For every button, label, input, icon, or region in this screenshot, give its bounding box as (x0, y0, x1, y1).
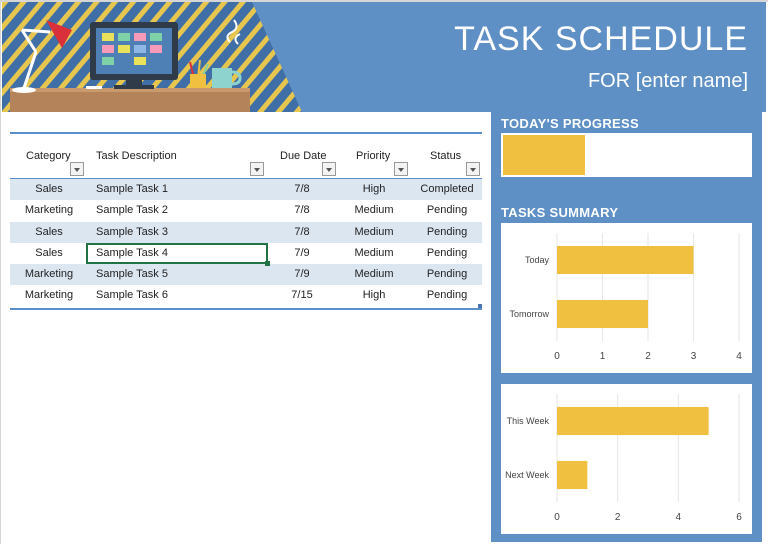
cell-category[interactable]: Marketing (10, 289, 88, 301)
page-subtitle[interactable]: FOR [enter name] (588, 70, 748, 93)
chart-card-weekly: 0 2 4 6 This Week Next Week (501, 384, 752, 534)
progress-card (501, 133, 752, 177)
table-row[interactable]: Marketing Sample Task 6 7/15 High Pendin… (10, 285, 482, 306)
cell-task-description[interactable]: Sample Task 6 (96, 289, 168, 301)
table-row[interactable]: Marketing Sample Task 2 7/8 Medium Pendi… (10, 200, 482, 221)
cell-due-date[interactable]: 7/8 (272, 183, 332, 195)
cell-due-date[interactable]: 7/8 (272, 204, 332, 216)
cell-priority[interactable]: Medium (340, 226, 408, 238)
column-header-status: Status (430, 150, 462, 162)
cell-task-description[interactable]: Sample Task 5 (96, 268, 168, 280)
cell-category[interactable]: Sales (10, 226, 88, 238)
cell-category[interactable]: Marketing (10, 268, 88, 280)
cell-task-description[interactable]: Sample Task 2 (96, 204, 168, 216)
bar (557, 245, 694, 275)
cell-status[interactable]: Pending (412, 289, 482, 301)
cell-priority[interactable]: Medium (340, 204, 408, 216)
column-header-category: Category (26, 150, 71, 162)
page-title: TASK SCHEDULE (454, 20, 748, 58)
cell-category[interactable]: Sales (10, 247, 88, 259)
table-row[interactable]: Sales Sample Task 3 7/8 Medium Pending (10, 221, 482, 243)
x-tick-label: 4 (676, 512, 682, 523)
bar (557, 460, 588, 490)
cell-category[interactable]: Marketing (10, 204, 88, 216)
cell-task-description[interactable]: Sample Task 1 (96, 183, 168, 195)
monitor-icon (86, 22, 178, 89)
category-label: Tomorrow (509, 309, 549, 319)
category-label: Next Week (505, 470, 549, 480)
cell-due-date[interactable]: 7/9 (272, 247, 332, 259)
filter-dropdown-icon[interactable] (250, 162, 264, 176)
x-tick-label: 3 (691, 351, 697, 362)
dashboard-panel: TODAY'S PROGRESS TASKS SUMMARY 0 1 2 3 4 Toda… (491, 112, 762, 542)
x-tick-label: 0 (554, 512, 560, 523)
cell-priority[interactable]: High (340, 289, 408, 301)
desk-illustration (2, 2, 302, 112)
x-tick-label: 2 (615, 512, 621, 523)
cell-status[interactable]: Pending (412, 247, 482, 259)
cell-due-date[interactable]: 7/9 (272, 268, 332, 280)
header-banner: TASK SCHEDULE FOR [enter name] (2, 2, 766, 112)
category-label: This Week (507, 416, 550, 426)
cell-priority[interactable]: Medium (340, 247, 408, 259)
bar (557, 299, 648, 329)
x-tick-label: 4 (736, 351, 742, 362)
column-header-task-description: Task Description (96, 150, 177, 162)
bar (557, 406, 709, 436)
table-row[interactable]: Sales Sample Task 1 7/8 High Completed (10, 179, 482, 201)
filter-dropdown-icon[interactable] (322, 162, 336, 176)
cell-due-date[interactable]: 7/8 (272, 226, 332, 238)
cell-status[interactable]: Completed (412, 183, 482, 195)
table-body: Sales Sample Task 1 7/8 High Completed M… (10, 179, 482, 307)
chart-card-daily: 0 1 2 3 4 Today Tomorrow (501, 223, 752, 373)
x-tick-label: 2 (645, 351, 651, 362)
column-header-due-date: Due Date (280, 150, 327, 162)
progress-heading: TODAY'S PROGRESS (501, 116, 639, 131)
cell-task-description[interactable]: Sample Task 4 (96, 247, 168, 259)
tasks-summary-weekly-chart: 0 2 4 6 This Week Next Week (505, 394, 742, 523)
x-tick-label: 0 (554, 351, 560, 362)
summary-heading: TASKS SUMMARY (501, 205, 619, 220)
progress-bar-fill (503, 135, 585, 175)
filter-dropdown-icon[interactable] (70, 162, 84, 176)
cell-category[interactable]: Sales (10, 183, 88, 195)
table-header-row: Category Task Description Due Date Prior… (10, 134, 482, 180)
table-row[interactable]: Marketing Sample Task 5 7/9 Medium Pendi… (10, 264, 482, 286)
category-label: Today (525, 255, 550, 265)
sheet-gridline-left (0, 0, 1, 544)
cell-priority[interactable]: Medium (340, 268, 408, 280)
x-tick-label: 6 (736, 512, 742, 523)
cell-status[interactable]: Pending (412, 226, 482, 238)
table-resize-handle[interactable] (478, 303, 482, 308)
tasks-summary-daily-chart: 0 1 2 3 4 Today Tomorrow (509, 233, 742, 362)
cell-priority[interactable]: High (340, 183, 408, 195)
filter-dropdown-icon[interactable] (394, 162, 408, 176)
table-row[interactable]: Sales Sample Task 4 7/9 Medium Pending (10, 243, 482, 264)
x-tick-label: 1 (600, 351, 606, 362)
cell-task-description[interactable]: Sample Task 3 (96, 226, 168, 238)
cell-status[interactable]: Pending (412, 204, 482, 216)
table-bottom-rule (10, 307, 482, 310)
cell-status[interactable]: Pending (412, 268, 482, 280)
filter-dropdown-icon[interactable] (466, 162, 480, 176)
column-header-priority: Priority (356, 150, 391, 162)
cell-due-date[interactable]: 7/15 (272, 289, 332, 301)
